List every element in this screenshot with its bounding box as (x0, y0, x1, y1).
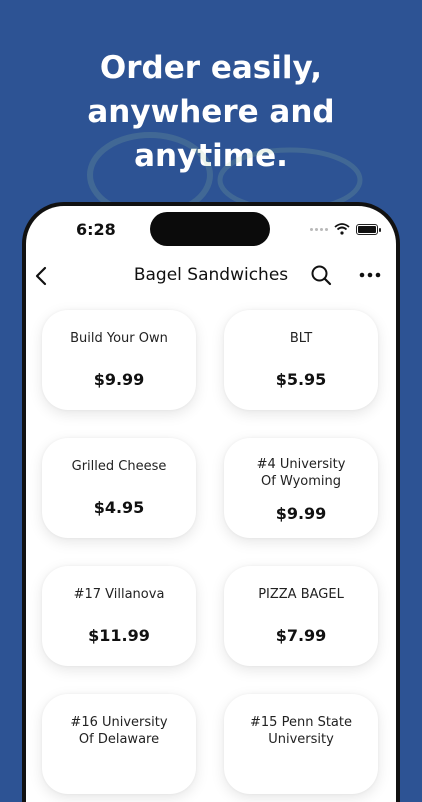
wifi-icon (334, 223, 350, 235)
menu-item-card[interactable]: BLT $5.95 (224, 310, 378, 410)
headline-line-1: Order easily, (99, 50, 323, 86)
menu-item-card[interactable]: #15 Penn State University (224, 694, 378, 794)
menu-item-price: $5.95 (275, 370, 327, 389)
menu-item-name: #17 Villanova (73, 587, 165, 602)
menu-item-price: $7.99 (275, 626, 327, 645)
menu-item-price: $11.99 (88, 626, 150, 645)
menu-item-name: Build Your Own (70, 331, 168, 346)
battery-icon (356, 223, 381, 235)
more-horizontal-icon[interactable] (359, 270, 381, 280)
status-time: 6:28 (76, 220, 116, 239)
menu-item-name: Grilled Cheese (71, 459, 167, 474)
menu-item-name: #16 University Of Delaware (70, 715, 168, 747)
nav-bar: Bagel Sandwiches (26, 258, 396, 294)
menu-item-card[interactable]: Build Your Own $9.99 (42, 310, 196, 410)
menu-item-name: PIZZA BAGEL (258, 587, 344, 602)
menu-item-price: $9.99 (93, 370, 145, 389)
menu-item-card[interactable]: #17 Villanova $11.99 (42, 566, 196, 666)
menu-item-name: BLT (289, 331, 313, 346)
menu-item-card[interactable]: PIZZA BAGEL $7.99 (224, 566, 378, 666)
page-title: Bagel Sandwiches (133, 265, 289, 285)
menu-item-card[interactable]: Grilled Cheese $4.95 (42, 438, 196, 538)
dynamic-island (150, 212, 270, 246)
menu-item-card[interactable]: #16 University Of Delaware (42, 694, 196, 794)
signal-icon (310, 227, 328, 231)
phone-frame: 6:28 Bagel Sandwiches Build Your Own $9.… (22, 202, 400, 802)
menu-item-price: $4.95 (93, 498, 145, 517)
menu-item-price: $9.99 (275, 504, 327, 523)
search-icon[interactable] (310, 264, 332, 286)
menu-item-name: #15 Penn State University (250, 715, 352, 747)
menu-item-name: #4 University Of Wyoming (256, 457, 346, 489)
menu-item-card[interactable]: #4 University Of Wyoming $9.99 (224, 438, 378, 538)
status-icons (310, 223, 381, 235)
